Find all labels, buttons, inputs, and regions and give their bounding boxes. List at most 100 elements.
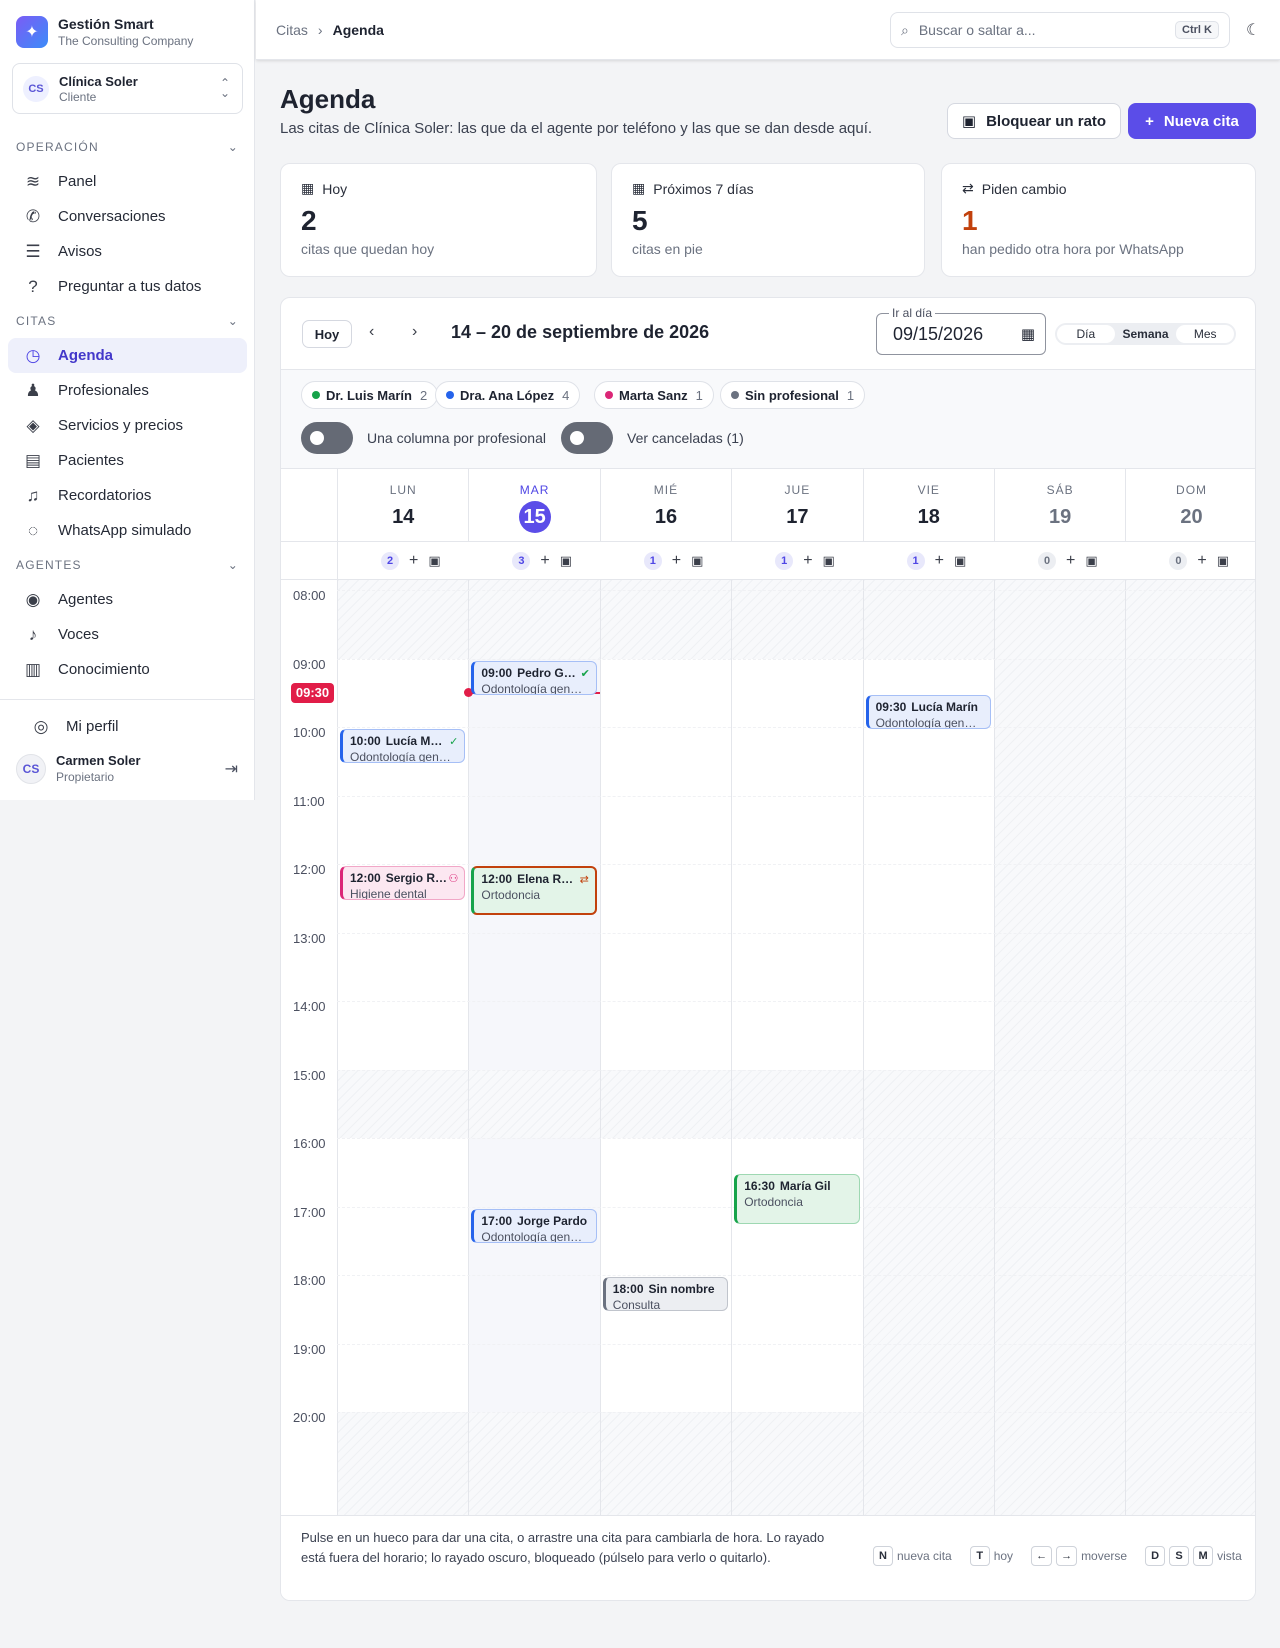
calendar-lock-icon[interactable]: ▣ xyxy=(823,553,835,569)
out-of-hours xyxy=(469,1412,600,1515)
sidebar-item-agenda[interactable]: ◷ Agenda xyxy=(8,338,247,373)
out-of-hours xyxy=(995,580,1126,1515)
status-dot xyxy=(446,391,454,399)
day-column-16[interactable] xyxy=(599,580,732,1515)
sidebar-item-panel[interactable]: ≋ Panel xyxy=(8,164,247,199)
appointment-card[interactable]: 09:00 Pedro GómezOdontología general✔ xyxy=(471,660,597,695)
view-semana[interactable]: Semana xyxy=(1116,325,1175,343)
nav-section-1[interactable]: CITAS ⌄ xyxy=(0,304,255,338)
plus-icon[interactable]: + xyxy=(935,552,944,570)
tenant-switcher[interactable]: CS Clínica Soler Cliente ⌃ ⌄ xyxy=(12,63,243,114)
out-of-hours xyxy=(732,1412,863,1515)
day-header-15[interactable]: MAR 15 xyxy=(468,469,599,541)
day-headers: LUN 14 MAR 15 MIÉ 16 JUE 17 VIE 18 SÁB 19 DOM 20 xyxy=(337,469,1255,541)
plus-icon[interactable]: + xyxy=(540,552,549,570)
sidebar-item-preguntar-a-tus-datos[interactable]: ? Preguntar a tus datos xyxy=(8,269,247,304)
search-input[interactable]: ⌕ Buscar o saltar a... Ctrl K xyxy=(890,12,1230,48)
calendar-lock-icon[interactable]: ▣ xyxy=(1085,553,1097,569)
day-header-20[interactable]: DOM 20 xyxy=(1125,469,1255,541)
toggle-switch[interactable] xyxy=(561,422,613,454)
day-header-16[interactable]: MIÉ 16 xyxy=(599,469,731,541)
appointment-card[interactable]: 10:00 Lucía Martínez Odontología general ✓ xyxy=(340,729,466,763)
toggle-switch[interactable] xyxy=(301,422,353,454)
day-column-19[interactable] xyxy=(994,580,1126,1515)
hour-label: 08:00 xyxy=(293,588,326,603)
sidebar-item-whatsapp-simulado[interactable]: ◌ WhatsApp simulado xyxy=(8,513,247,548)
goto-date-input[interactable]: Ir al día 09/15/2026 ▦ xyxy=(876,306,1046,355)
sidebar-item-voces[interactable]: ♪ Voces xyxy=(8,617,247,652)
plus-icon[interactable]: + xyxy=(803,552,812,570)
user-name: Carmen Soler xyxy=(56,753,141,768)
moon-icon[interactable]: ☾ xyxy=(1246,20,1260,40)
chevron-up-down-icon: ⌃ ⌄ xyxy=(219,76,230,100)
breadcrumb-citas[interactable]: Citas xyxy=(276,22,308,38)
block-time-button[interactable]: ▣ Bloquear un rato xyxy=(947,103,1121,139)
sidebar-item-pacientes[interactable]: ▤ Pacientes xyxy=(8,443,247,478)
sidebar-item-avisos[interactable]: ☰ Avisos xyxy=(8,234,247,269)
time-grid[interactable]: 08:00 09:00 10:00 11:00 12:00 13:00 14:00 15:00… xyxy=(281,580,1255,1515)
calendar-icon[interactable]: ▦ xyxy=(1021,325,1035,343)
nav-section-2[interactable]: AGENTES ⌄ xyxy=(0,548,255,582)
sidebar-item-servicios-y-precios[interactable]: ◈ Servicios y precios xyxy=(8,408,247,443)
appointment-card[interactable]: 16:30 María Gil Ortodoncia xyxy=(734,1174,860,1224)
day-name: LUN xyxy=(389,483,417,497)
sidebar-item-profesionales[interactable]: ♟ Profesionales xyxy=(8,373,247,408)
chevron-right-icon[interactable]: › xyxy=(412,323,417,341)
keyboard-shortcuts: Nnueva cita Thoy ← → moverse D S Mvista xyxy=(873,1546,1242,1566)
filter-chip-luis-marin[interactable]: Dr. Luis Marín 2 xyxy=(301,381,439,409)
key-→: → xyxy=(1056,1546,1078,1566)
sidebar-item-label: Avisos xyxy=(58,243,102,260)
key-T: T xyxy=(969,1546,990,1566)
people-icon: ⚇ xyxy=(448,873,459,885)
day-header-14[interactable]: LUN 14 xyxy=(337,469,468,541)
appointment-patient: Lucía Marín xyxy=(911,699,978,714)
sidebar-item-mi-perfil[interactable]: ◎ Mi perfil xyxy=(16,709,239,744)
filter-chip-marta-sanz[interactable]: Marta Sanz 1 xyxy=(594,381,714,409)
day-header-17[interactable]: JUE 17 xyxy=(731,469,862,541)
calendar-lock-icon[interactable]: ▣ xyxy=(428,553,440,569)
professional-filters: Dr. Luis Marín 2 Dra. Ana López 4 Marta … xyxy=(281,370,1255,469)
day-column-17[interactable] xyxy=(731,580,863,1515)
toggle-column-per-professional[interactable]: Una columna por profesional xyxy=(301,422,546,454)
plus-icon[interactable]: + xyxy=(672,552,681,570)
day-header-18[interactable]: VIE 18 xyxy=(862,469,994,541)
logout-icon[interactable]: ⇥ xyxy=(225,759,238,779)
appointment-card[interactable]: 12:00 Sergio Ruiz Higiene dental ⚇ xyxy=(340,866,466,900)
chevron-left-icon[interactable]: ‹ xyxy=(369,323,374,341)
out-of-hours xyxy=(863,580,994,659)
view-dia[interactable]: Día xyxy=(1057,325,1115,343)
brand[interactable]: ✦ Gestión Smart The Consulting Company xyxy=(16,16,193,48)
day-column-15[interactable] xyxy=(468,580,600,1515)
filter-chip-ana-lopez[interactable]: Dra. Ana López 4 xyxy=(435,381,581,409)
filter-chip-sin-profesional[interactable]: Sin profesional 1 xyxy=(720,381,866,409)
appointment-card[interactable]: 17:00 Jorge Pardo Odontología general xyxy=(471,1208,597,1243)
day-header-19[interactable]: SÁB 19 xyxy=(993,469,1125,541)
chip-count: 2 xyxy=(419,387,428,403)
toggle-show-cancelled[interactable]: Ver canceladas (1) xyxy=(561,422,744,454)
new-appointment-button[interactable]: + Nueva cita xyxy=(1128,103,1256,139)
appointment-card[interactable]: 12:00 Elena Romero Ortodoncia ⇄ xyxy=(471,866,597,916)
sidebar-item-agentes[interactable]: ◉ Agentes xyxy=(8,582,247,617)
calendar-lock-icon[interactable]: ▣ xyxy=(691,553,703,569)
appointment-card[interactable]: 09:30 Lucía Marín Odontología general xyxy=(865,694,991,729)
appointment-card[interactable]: 18:00 Sin nombre Consulta xyxy=(602,1277,729,1311)
plus-icon[interactable]: + xyxy=(1197,552,1206,570)
day-column-14[interactable] xyxy=(337,580,469,1515)
calendar-lock-icon[interactable]: ▣ xyxy=(954,553,966,569)
plus-icon[interactable]: + xyxy=(1066,552,1075,570)
today-button[interactable]: Hoy xyxy=(302,320,352,348)
sidebar-item-recordatorios[interactable]: ♫ Recordatorios xyxy=(8,478,247,513)
appointment-patient: Pedro Gómez xyxy=(517,665,579,680)
day-column-20[interactable] xyxy=(1125,580,1255,1515)
out-of-hours xyxy=(600,1069,732,1138)
nav-section-0[interactable]: OPERACIÓN ⌄ xyxy=(0,130,255,164)
calendar-lock-icon[interactable]: ▣ xyxy=(1217,553,1229,569)
sidebar-item-conocimiento[interactable]: ▥ Conocimiento xyxy=(8,652,247,687)
plus-icon[interactable]: + xyxy=(409,552,418,570)
hour-line xyxy=(337,864,1255,865)
week-calendar: Hoy ‹ › 14 – 20 de septiembre de 2026 Ir… xyxy=(280,297,1256,1601)
sidebar-item-conversaciones[interactable]: ✆ Conversaciones xyxy=(8,199,247,234)
chip-count: 1 xyxy=(846,387,855,403)
view-mes[interactable]: Mes xyxy=(1176,325,1235,343)
calendar-lock-icon[interactable]: ▣ xyxy=(560,553,572,569)
